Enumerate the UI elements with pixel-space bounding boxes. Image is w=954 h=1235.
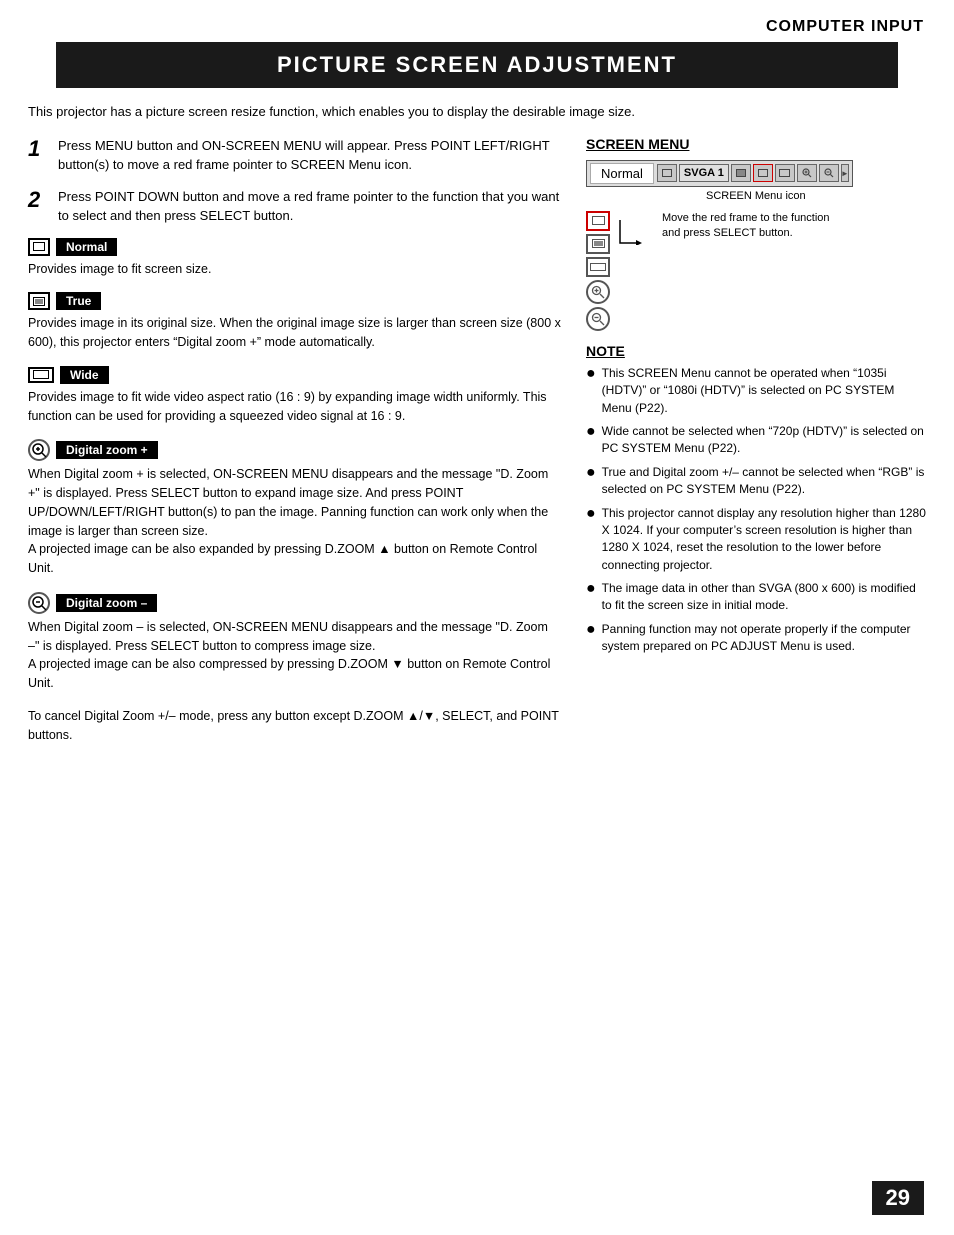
screen-menu-bar: Normal SVGA 1 [586, 160, 853, 187]
menu-icon-6 [819, 164, 839, 182]
note-item-3: ● True and Digital zoom +/– cannot be se… [586, 464, 926, 499]
zoom-minus-label: Digital zoom – [56, 594, 157, 612]
note-title: NOTE [586, 343, 926, 359]
side-icon-wide [586, 257, 610, 277]
normal-label: Normal [56, 238, 117, 256]
wide-label: Wide [60, 366, 109, 384]
note-item-6: ● Panning function may not operate prope… [586, 621, 926, 656]
note-text-4: This projector cannot display any resolu… [602, 505, 926, 575]
mode-wide: Wide Provides image to fit wide video as… [28, 366, 562, 426]
note-item-4: ● This projector cannot display any reso… [586, 505, 926, 575]
left-column: 1 Press MENU button and ON-SCREEN MENU w… [28, 136, 562, 745]
wide-icon [28, 367, 54, 383]
zoom-plus-label: Digital zoom + [56, 441, 158, 459]
intro-text: This projector has a picture screen resi… [28, 102, 926, 122]
step-2-number: 2 [28, 187, 50, 226]
zoom-plus-desc: When Digital zoom + is selected, ON-SCRE… [28, 465, 562, 578]
step-2-text: Press POINT DOWN button and move a red f… [58, 187, 562, 226]
mode-normal: Normal Provides image to fit screen size… [28, 238, 562, 279]
menu-icon-4 [775, 164, 795, 182]
mode-true: True Provides image in its original size… [28, 292, 562, 352]
menu-icon-5 [797, 164, 817, 182]
menu-icon-2 [731, 164, 751, 182]
note-item-1: ● This SCREEN Menu cannot be operated wh… [586, 365, 926, 417]
zoom-minus-icon [28, 592, 50, 614]
page-number: 29 [872, 1181, 924, 1215]
normal-desc: Provides image to fit screen size. [28, 260, 562, 279]
note-text-6: Panning function may not operate properl… [602, 621, 926, 656]
side-icon-zoom-minus [586, 307, 610, 331]
arrow-annotation-text: Move the red frame to the function and p… [662, 211, 832, 242]
screen-menu-title: SCREEN MENU [586, 136, 926, 152]
side-icon-zoom-plus [586, 280, 610, 304]
menu-icon-1 [657, 164, 677, 182]
true-desc: Provides image in its original size. Whe… [28, 314, 562, 352]
note-section: NOTE ● This SCREEN Menu cannot be operat… [586, 343, 926, 656]
side-icons-column [586, 211, 610, 331]
zoom-minus-desc: When Digital zoom – is selected, ON-SCRE… [28, 618, 562, 693]
screen-menu-icon-label: SCREEN Menu icon [706, 189, 806, 203]
step-1-text: Press MENU button and ON-SCREEN MENU wil… [58, 136, 562, 175]
bullet-3: ● [586, 464, 596, 482]
normal-icon [28, 238, 50, 256]
true-icon [28, 292, 50, 310]
right-column: SCREEN MENU Normal SVGA 1 [586, 136, 926, 745]
note-text-2: Wide cannot be selected when “720p (HDTV… [602, 423, 926, 458]
page-title: PICTURE SCREEN ADJUSTMENT [56, 42, 898, 88]
menu-icons-row: SVGA 1 [657, 164, 849, 182]
bullet-2: ● [586, 423, 596, 441]
zoom-plus-icon [28, 439, 50, 461]
mode-digital-zoom-plus: Digital zoom + When Digital zoom + is se… [28, 439, 562, 578]
side-icon-true [586, 234, 610, 254]
bullet-1: ● [586, 365, 596, 383]
note-text-1: This SCREEN Menu cannot be operated when… [602, 365, 926, 417]
note-item-2: ● Wide cannot be selected when “720p (HD… [586, 423, 926, 458]
menu-arrow-right: ► [841, 164, 849, 182]
wide-desc: Provides image to fit wide video aspect … [28, 388, 562, 426]
mode-digital-zoom-minus: Digital zoom – When Digital zoom – is se… [28, 592, 562, 693]
note-text-5: The image data in other than SVGA (800 x… [602, 580, 926, 615]
bullet-5: ● [586, 580, 596, 598]
bullet-4: ● [586, 505, 596, 523]
side-icon-normal [586, 211, 610, 231]
screen-menu-icon-annotation: SCREEN Menu icon [586, 189, 926, 203]
step-1: 1 Press MENU button and ON-SCREEN MENU w… [28, 136, 562, 175]
note-item-5: ● The image data in other than SVGA (800… [586, 580, 926, 615]
note-text-3: True and Digital zoom +/– cannot be sele… [602, 464, 926, 499]
step-2: 2 Press POINT DOWN button and move a red… [28, 187, 562, 226]
bullet-6: ● [586, 621, 596, 639]
step-1-number: 1 [28, 136, 50, 175]
page-header: COMPUTER INPUT [0, 0, 954, 42]
icons-with-annotation: Move the red frame to the function and p… [586, 211, 926, 331]
true-label: True [56, 292, 101, 310]
arrow-annotation: Move the red frame to the function and p… [618, 211, 832, 245]
svga-label: SVGA 1 [679, 164, 729, 182]
cancel-text: To cancel Digital Zoom +/– mode, press a… [28, 707, 562, 745]
menu-icon-3-selected [753, 164, 773, 182]
normal-display: Normal [590, 163, 654, 184]
